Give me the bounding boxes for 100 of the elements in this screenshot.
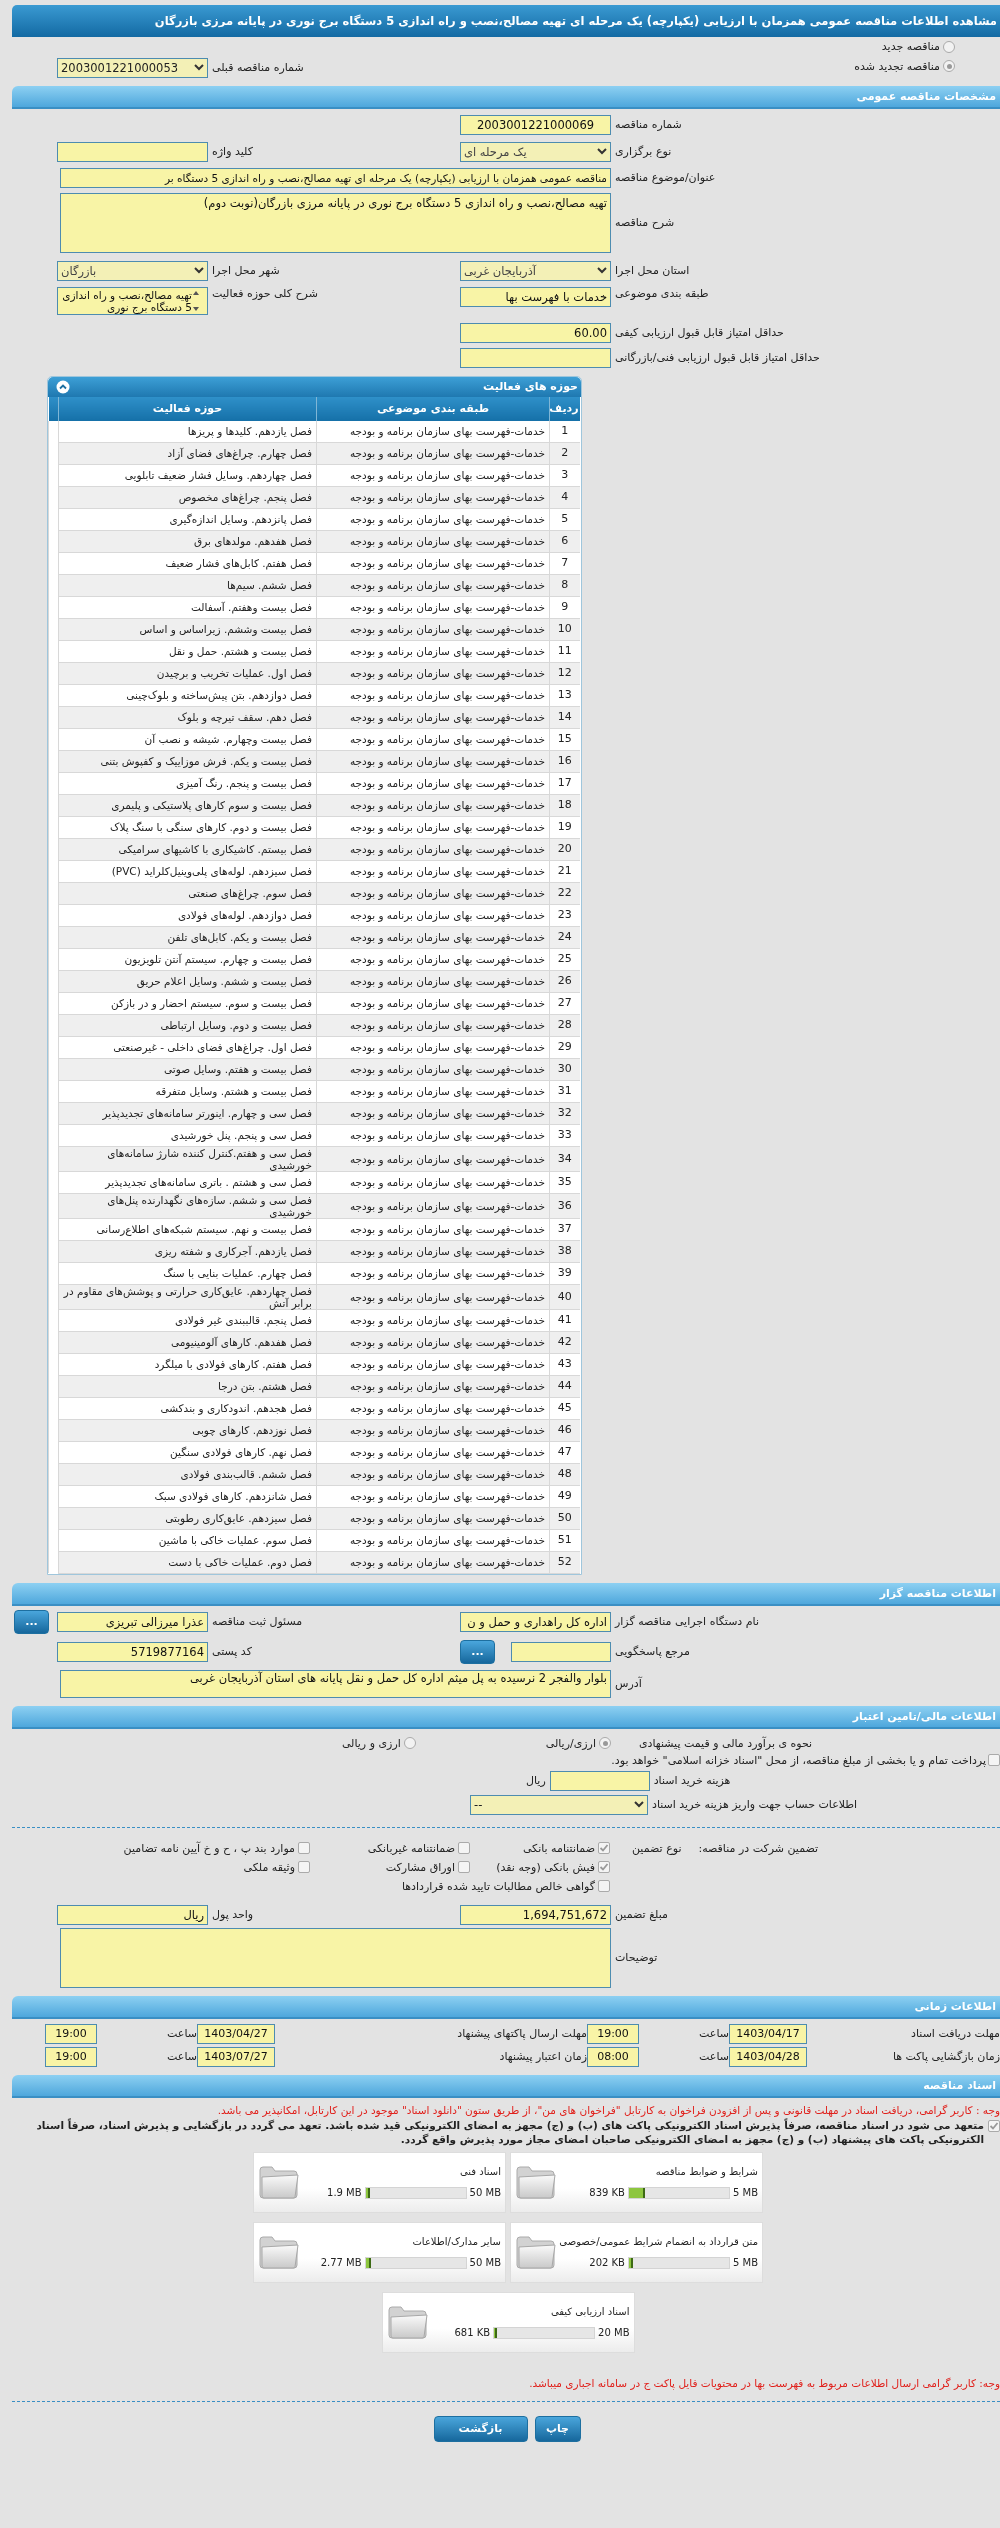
chevron-down-icon [194,64,204,71]
radio-button[interactable] [403,1737,416,1749]
folder-icon [258,2164,300,2200]
table-cell: خدمات-فهرست بهای سازمان برنامه و بودجه [316,1397,550,1419]
table-cell: خدمات-فهرست بهای سازمان برنامه و بودجه [316,1551,550,1573]
checkbox[interactable] [598,1880,610,1892]
checkbox[interactable] [458,1861,470,1873]
table-cell: فصل دوم. عملیات خاکی با دست [58,1551,317,1573]
table-cell: خدمات-فهرست بهای سازمان برنامه و بودجه [316,1375,550,1397]
category-field[interactable]: خدمات با فهرست بها [460,286,611,307]
table-cell: خدمات-فهرست بهای سازمان برنامه و بودجه [316,750,550,772]
date-field[interactable]: 1403/04/17 [729,2023,807,2044]
time-field[interactable]: 19:00 [587,2023,639,2044]
time-field[interactable]: 19:00 [45,2023,97,2044]
checkbox[interactable] [988,1754,1000,1766]
table-cell: فصل سوم. چراغ‌های صنعتی [58,882,317,904]
browse-button[interactable]: ... [460,1639,495,1664]
table-cell: 3 [549,464,580,486]
page-title: مشاهده اطلاعات مناقصه عمومی همزمان با ارزیابی (یکپارچه) یک مرحله ای تهیه مصالح،نصب و راه اندازی 5 دستگاه برج نوری در پایانه مرزی بازرگان [12,5,1000,37]
table-cell: 35 [549,1171,580,1193]
keyword-field[interactable] [57,141,208,162]
checkbox-label: وثیقه ملکی [243,1860,295,1874]
table-cell: خدمات-فهرست بهای سازمان برنامه و بودجه [316,904,550,926]
checkbox[interactable] [988,2119,1000,2132]
date-field[interactable]: 1403/04/27 [197,2023,275,2044]
registrar-field[interactable]: عذرا میرزالی تبریزی [57,1611,208,1632]
size-limit: 5 MB [732,2257,758,2268]
description-field[interactable]: تهیه مصالح،نصب و راه اندازی 5 دستگاه برج نوری در پایانه مرزی بازرگان(نوبت دوم) [60,192,611,253]
checkbox[interactable] [298,1861,310,1873]
table-cell: خدمات-فهرست بهای سازمان برنامه و بودجه [316,662,550,684]
checkbox[interactable] [598,1842,610,1854]
column-header: ردیف [549,396,580,421]
response-reference-field[interactable] [511,1641,611,1662]
table-cell: فصل نهم. کارهای فولادی سنگین [58,1441,317,1463]
table-cell: فصل چهارم. عملیات بنایی با سنگ [58,1262,317,1284]
table-cell: فصل دوازدهم. لوله‌های فولادی [58,904,317,926]
checkbox[interactable] [458,1842,470,1854]
table-cell: 5 [549,508,580,530]
table-cell: 51 [549,1529,580,1551]
size-limit: 50 MB [469,2187,501,2198]
table-cell: فصل سی و پنجم. پنل خورشیدی [58,1124,317,1146]
table-cell: 15 [549,728,580,750]
table-cell: 14 [549,706,580,728]
unit-label: ریال [526,1774,546,1787]
collapse-icon[interactable] [56,379,70,394]
chevron-down-icon [597,267,607,274]
currency-field[interactable]: ریال [57,1904,208,1925]
print-button[interactable]: چاپ [534,2415,581,2442]
table-cell: 1 [549,420,580,442]
city-select[interactable]: بازرگان [57,260,208,281]
radio-button[interactable] [943,40,955,53]
notice-text: وجه: کاربر گرامی ارسال اطلاعات مربوط به فهرست بها در محتویات فایل پاکت ج در سامانه اجباری میباشد. [528,2376,1000,2389]
checkbox-label: اوراق مشارکت [385,1860,455,1874]
table-cell: 23 [549,904,580,926]
table-cell: 27 [549,992,580,1014]
tender-number-field[interactable]: 2003001221000069 [460,114,611,135]
date-field[interactable]: 1403/07/27 [197,2046,275,2067]
table-cell: 29 [549,1036,580,1058]
checkbox[interactable] [598,1861,610,1873]
agency-field[interactable]: اداره کل راهداری و حمل و ن [460,1611,611,1632]
activity-summary-listbox[interactable]: تهیه مصالح،نصب و راه اندازی 5 دستگاه برج نوری [57,286,208,315]
table-cell: خدمات-فهرست بهای سازمان برنامه و بودجه [316,838,550,860]
quality-score-field[interactable]: 60.00 [460,322,611,343]
technical-score-field[interactable] [460,347,611,368]
date-field[interactable]: 1403/04/28 [729,2046,807,2067]
table-cell: خدمات-فهرست بهای سازمان برنامه و بودجه [316,464,550,486]
field-label: حداقل امتیاز قابل قبول ارزیابی کیفی [615,326,784,339]
checkbox-label: ضمانتنامه بانکی [522,1841,595,1855]
table-cell: خدمات-فهرست بهای سازمان برنامه و بودجه [316,860,550,882]
table-cell: فصل سی و چهارم. اینورتر سامانه‌های تجدیدپذیر [58,1102,317,1124]
field-label: مبلغ تضمین [615,1908,668,1921]
previous-tender-select[interactable]: 2003001221000053 [57,57,208,78]
folder-icon [258,2234,300,2270]
table-cell: 43 [549,1353,580,1375]
browse-button[interactable]: ... [14,1609,49,1634]
table-cell: خدمات-فهرست بهای سازمان برنامه و بودجه [316,1036,550,1058]
document-fee-field[interactable] [549,1770,650,1791]
postal-code-field[interactable]: 5719877164 [57,1641,208,1662]
radio-button[interactable] [943,60,955,73]
address-field[interactable]: بلوار والفجر 2 نرسیده به پل میثم اداره کل حمل و نقل پایانه های استان آذربایجان غربی [60,1669,611,1698]
notes-field[interactable] [60,1927,611,1988]
fee-account-select[interactable]: -- [470,1794,648,1815]
table-cell: فصل هشتم. بتن درجا [58,1375,317,1397]
checkbox[interactable] [298,1842,310,1854]
guarantee-amount-field[interactable]: 1,694,751,672 [460,1904,611,1925]
back-button[interactable]: بازگشت [433,2415,528,2442]
radio-label: ارزی و ریالی [341,1736,401,1750]
radio-button[interactable] [599,1737,611,1749]
holding-type-select[interactable]: یک مرحله ای [460,141,611,162]
province-select[interactable]: آذربایجان غربی [460,260,611,281]
table-cell: 47 [549,1441,580,1463]
radio-label: مناقصه جدید [881,40,940,53]
table-cell: 33 [549,1124,580,1146]
subject-field[interactable]: مناقصه عمومی همزمان با ارزیابی (یکپارچه) یک مرحله ای تهیه مصالح،نصب و راه اندازی 5 دستگاه بر [60,167,611,188]
size-limit: 50 MB [469,2257,501,2268]
notice-text: وجه : کاربر گرامی، دریافت اسناد در مهلت قانونی و پس از افزودن فراخوان به کارتابل "فراخوان های من"، از طریق ستون "دانلود اسناد" موجود در این کارتابل، امکانپذیر می باشد. [216,2103,1000,2116]
table-cell: 11 [549,640,580,662]
table-cell: خدمات-فهرست بهای سازمان برنامه و بودجه [316,1529,550,1551]
time-field[interactable]: 19:00 [45,2046,97,2067]
time-field[interactable]: 08:00 [587,2046,639,2067]
